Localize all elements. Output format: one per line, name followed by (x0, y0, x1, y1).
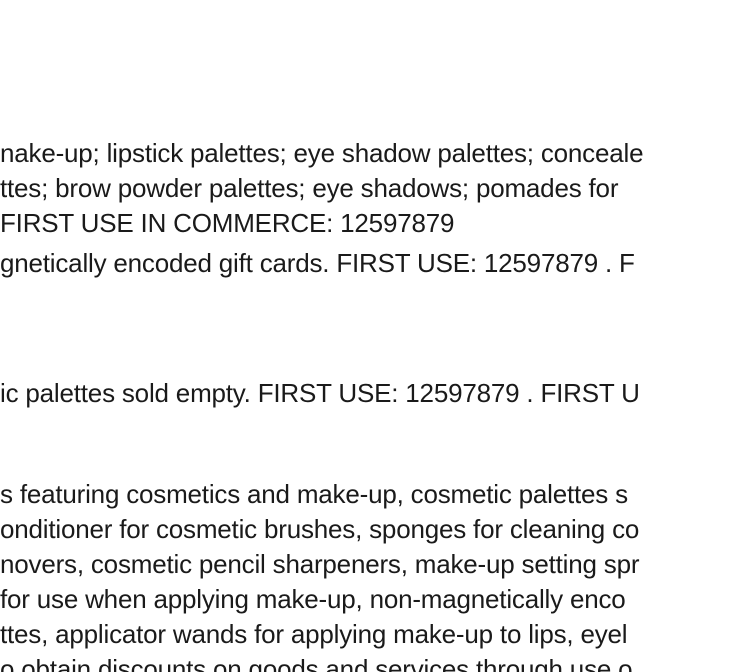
text-line-2: ttes; brow powder palettes; eye shadows;… (0, 173, 619, 203)
text-line-8: novers, cosmetic pencil sharpeners, make… (0, 549, 640, 579)
text-line-10: ttes, applicator wands for applying make… (0, 619, 628, 649)
text-line-4: gnetically encoded gift cards. FIRST USE… (0, 248, 635, 278)
text-line-1: nake-up; lipstick palettes; eye shadow p… (0, 138, 644, 168)
text-line-11: o obtain discounts on goods and services… (0, 654, 633, 672)
text-line-6: s featuring cosmetics and make-up, cosme… (0, 479, 628, 509)
text-line-5: ic palettes sold empty. FIRST USE: 12597… (0, 378, 640, 408)
document-page: nake-up; lipstick palettes; eye shadow p… (0, 0, 744, 672)
text-line-7: onditioner for cosmetic brushes, sponges… (0, 514, 640, 544)
text-line-9: for use when applying make-up, non-magne… (0, 584, 626, 614)
text-line-3: FIRST USE IN COMMERCE: 12597879 (0, 208, 455, 238)
